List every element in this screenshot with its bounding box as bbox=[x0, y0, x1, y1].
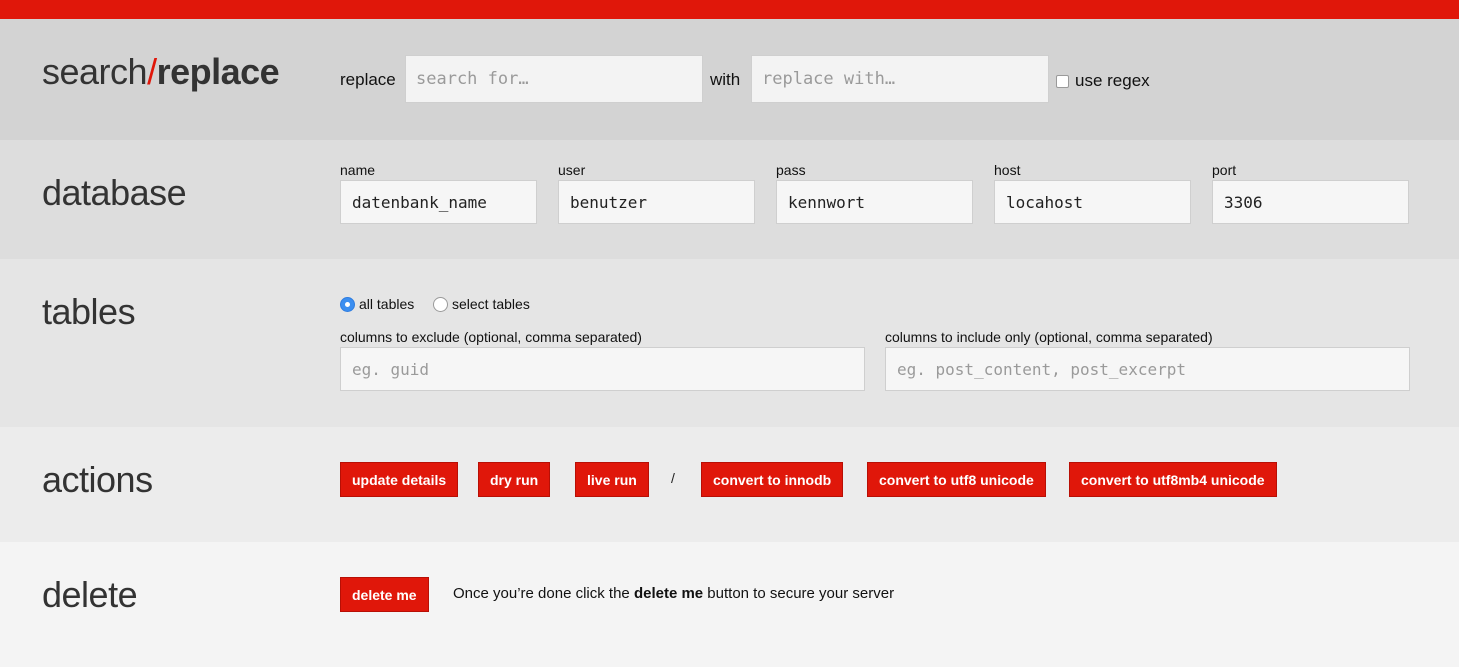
actions-section: actions update details dry run live run … bbox=[0, 427, 1459, 542]
search-replace-title: search/replace bbox=[42, 51, 280, 93]
delete-title: delete bbox=[42, 574, 138, 615]
db-user-label: user bbox=[558, 162, 586, 178]
delete-note-bold: delete me bbox=[633, 585, 704, 602]
select-tables-option[interactable]: select tables bbox=[433, 296, 530, 312]
db-port-input[interactable] bbox=[1212, 180, 1409, 224]
exclude-columns-input[interactable] bbox=[340, 347, 865, 391]
actions-separator: / bbox=[671, 470, 675, 486]
replace-label: replace bbox=[340, 70, 396, 89]
replace-with-input[interactable] bbox=[751, 55, 1049, 103]
dry-run-button[interactable]: dry run bbox=[478, 462, 551, 497]
use-regex-control[interactable]: use regex bbox=[1056, 71, 1150, 91]
db-pass-label: pass bbox=[776, 162, 806, 178]
convert-innodb-button[interactable]: convert to innodb bbox=[701, 462, 844, 497]
delete-section: delete delete me Once you’re done click … bbox=[0, 542, 1459, 667]
exclude-columns-label: columns to exclude (optional, comma sepa… bbox=[340, 329, 642, 345]
delete-note: Once you’re done click the delete me but… bbox=[453, 585, 894, 602]
use-regex-label[interactable]: use regex bbox=[1075, 71, 1150, 91]
title-slash: / bbox=[147, 51, 157, 92]
with-label: with bbox=[710, 70, 741, 89]
db-name-input[interactable] bbox=[340, 180, 537, 224]
delete-note-before: Once you’re done click the bbox=[453, 585, 634, 602]
db-host-input[interactable] bbox=[994, 180, 1191, 224]
db-host-label: host bbox=[994, 162, 1021, 178]
include-columns-label: columns to include only (optional, comma… bbox=[885, 329, 1213, 345]
database-title: database bbox=[42, 172, 187, 213]
search-for-input[interactable] bbox=[405, 55, 703, 103]
db-pass-input[interactable] bbox=[776, 180, 973, 224]
select-tables-radio[interactable] bbox=[433, 296, 448, 312]
live-run-button[interactable]: live run bbox=[575, 462, 649, 497]
database-section: database name user pass host port bbox=[0, 140, 1459, 259]
all-tables-option[interactable]: all tables bbox=[340, 296, 414, 312]
all-tables-label[interactable]: all tables bbox=[359, 296, 414, 312]
all-tables-radio[interactable] bbox=[340, 296, 355, 312]
db-user-input[interactable] bbox=[558, 180, 755, 224]
tables-section: tables all tables select tables columns … bbox=[0, 259, 1459, 427]
top-accent-bar bbox=[0, 0, 1459, 19]
update-details-button[interactable]: update details bbox=[340, 462, 459, 497]
search-replace-section: search/replace replace with use regex bbox=[0, 19, 1459, 140]
actions-title: actions bbox=[42, 459, 153, 500]
title-replace-word: replace bbox=[156, 51, 280, 92]
delete-note-after: button to secure your server bbox=[703, 585, 895, 602]
title-search-word: search bbox=[42, 51, 148, 92]
convert-utf8mb4-button[interactable]: convert to utf8mb4 unicode bbox=[1069, 462, 1277, 497]
select-tables-label[interactable]: select tables bbox=[452, 296, 530, 312]
include-columns-input[interactable] bbox=[885, 347, 1410, 391]
db-port-label: port bbox=[1212, 162, 1237, 178]
delete-me-button[interactable]: delete me bbox=[340, 577, 429, 612]
tables-title: tables bbox=[42, 291, 136, 332]
db-name-label: name bbox=[340, 162, 376, 178]
convert-utf8-button[interactable]: convert to utf8 unicode bbox=[867, 462, 1046, 497]
use-regex-checkbox[interactable] bbox=[1056, 74, 1069, 88]
